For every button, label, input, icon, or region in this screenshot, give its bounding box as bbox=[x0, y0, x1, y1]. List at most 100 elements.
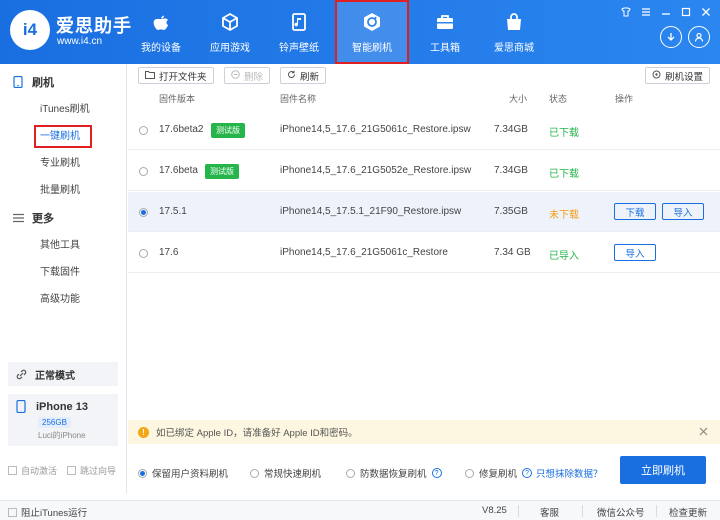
close-icon[interactable] bbox=[700, 6, 712, 18]
beta-badge: 测试版 bbox=[205, 164, 239, 179]
sidebar-item-label: 其他工具 bbox=[40, 240, 80, 251]
phone-icon bbox=[12, 76, 24, 88]
beta-badge: 测试版 bbox=[211, 123, 245, 138]
row-version: 17.6beta bbox=[159, 165, 198, 176]
customer-service-link[interactable]: 客服 bbox=[540, 505, 559, 519]
maximize-icon[interactable] bbox=[680, 6, 692, 18]
col-status: 状态 bbox=[549, 94, 568, 104]
table-row[interactable]: 17.6beta 测试版 iPhone14,5_17.6_21G5052e_Re… bbox=[128, 151, 720, 191]
row-radio[interactable] bbox=[139, 249, 148, 258]
option-label: 常规快速刷机 bbox=[264, 469, 322, 480]
import-button[interactable]: 导入 bbox=[662, 203, 704, 220]
ringtone-icon bbox=[288, 11, 310, 33]
button-label: 删除 bbox=[244, 71, 264, 83]
checkbox-label: 自动激活 bbox=[21, 466, 58, 476]
download-manager-icon[interactable] bbox=[660, 26, 682, 48]
sidebar-item-other-tools[interactable]: 其他工具 bbox=[0, 232, 126, 259]
shopping-bag-icon bbox=[503, 11, 525, 33]
download-button[interactable]: 下载 bbox=[614, 203, 656, 220]
col-size: 大小 bbox=[509, 94, 528, 104]
flash-now-button[interactable]: 立即刷机 bbox=[620, 456, 706, 484]
device-capacity-badge: 256GB bbox=[38, 417, 71, 428]
row-firmware-name: iPhone14,5_17.6_21G5061c_Restore.ipsw bbox=[280, 124, 471, 135]
sidebar-item-one-click-flash[interactable]: 一键刷机 bbox=[0, 123, 126, 150]
block-itunes-checkbox[interactable]: 阻止iTunes运行 bbox=[8, 505, 87, 519]
sidebar-item-itunes-flash[interactable]: iTunes刷机 bbox=[0, 96, 126, 123]
list-menu-icon bbox=[12, 212, 24, 224]
nav-label: 智能刷机 bbox=[352, 42, 392, 54]
row-firmware-name: iPhone14,5_17.5.1_21F90_Restore.ipsw bbox=[280, 206, 462, 217]
table-row[interactable]: 17.5.1 iPhone14,5_17.5.1_21F90_Restore.i… bbox=[128, 192, 720, 232]
option-label: 修复刷机 bbox=[479, 469, 518, 480]
skin-icon[interactable] bbox=[620, 6, 632, 18]
sidebar-item-label: 批量刷机 bbox=[40, 185, 80, 196]
open-folder-button[interactable]: 打开文件夹 bbox=[138, 67, 214, 84]
sidebar-item-batch-flash[interactable]: 批量刷机 bbox=[0, 177, 126, 204]
nav-store[interactable]: 爱思商城 bbox=[481, 0, 547, 64]
close-icon[interactable] bbox=[699, 425, 708, 439]
row-size: 7.35GB bbox=[494, 206, 528, 217]
sidebar-item-label: iTunes刷机 bbox=[40, 104, 90, 115]
option-anti-recovery[interactable]: 防数据恢复刷机? bbox=[346, 466, 442, 480]
table-row[interactable]: 17.6 iPhone14,5_17.6_21G5061c_Restore 7.… bbox=[128, 233, 720, 273]
row-size: 7.34 GB bbox=[494, 247, 531, 258]
help-icon[interactable]: ? bbox=[522, 468, 533, 478]
row-status: 已下载 bbox=[549, 128, 579, 139]
skip-guide-checkbox[interactable]: 跳过向导 bbox=[67, 464, 116, 477]
cube-icon bbox=[219, 11, 241, 33]
toolbar: 打开文件夹 删除 刷新 刷机设置 bbox=[128, 65, 720, 87]
option-label: 保留用户资料刷机 bbox=[152, 469, 229, 480]
button-label: 打开文件夹 bbox=[159, 71, 207, 83]
row-status: 已下载 bbox=[549, 169, 579, 180]
refresh-button[interactable]: 刷新 bbox=[280, 67, 327, 84]
wechat-link[interactable]: 微信公众号 bbox=[597, 505, 645, 519]
delete-button[interactable]: 删除 bbox=[224, 67, 271, 84]
device-card[interactable]: iPhone 13 256GB Luci的iPhone bbox=[8, 394, 118, 446]
delete-icon bbox=[231, 70, 240, 81]
row-version: 17.5.1 bbox=[159, 206, 187, 217]
row-radio[interactable] bbox=[139, 167, 148, 176]
import-button[interactable]: 导入 bbox=[614, 244, 656, 261]
nav-label: 铃声壁纸 bbox=[279, 42, 319, 54]
brand-url: www.i4.cn bbox=[57, 36, 103, 47]
nav-label: 我的设备 bbox=[141, 42, 181, 54]
sidebar-item-label: 专业刷机 bbox=[40, 158, 80, 169]
row-version: 17.6beta2 bbox=[159, 124, 204, 135]
option-keep-data[interactable]: 保留用户资料刷机 bbox=[138, 466, 228, 480]
menu-icon[interactable] bbox=[640, 6, 652, 18]
checkbox-label: 阻止iTunes运行 bbox=[21, 508, 88, 519]
option-quick-flash[interactable]: 常规快速刷机 bbox=[250, 466, 321, 480]
erase-data-link[interactable]: 只想抹除数据？ bbox=[536, 466, 603, 480]
option-repair-flash[interactable]: 修复刷机? bbox=[465, 466, 533, 480]
minimize-icon[interactable] bbox=[660, 6, 672, 18]
sidebar-item-pro-flash[interactable]: 专业刷机 bbox=[0, 150, 126, 177]
flash-options: 保留用户资料刷机 常规快速刷机 防数据恢复刷机? 修复刷机? 只想抹除数据？ 立… bbox=[128, 454, 720, 494]
nav-toolbox[interactable]: 工具箱 bbox=[412, 0, 478, 64]
nav-label: 工具箱 bbox=[430, 42, 460, 54]
auto-activate-checkbox[interactable]: 自动激活 bbox=[8, 464, 57, 477]
nav-smart-flash[interactable]: 智能刷机 bbox=[335, 0, 409, 64]
nav-my-device[interactable]: 我的设备 bbox=[128, 0, 194, 64]
sidebar-item-advanced[interactable]: 高级功能 bbox=[0, 286, 126, 313]
row-status: 未下载 bbox=[549, 210, 579, 221]
help-icon[interactable]: ? bbox=[431, 468, 442, 478]
flash-settings-button[interactable]: 刷机设置 bbox=[644, 67, 710, 84]
user-account-icon[interactable] bbox=[688, 26, 710, 48]
divider bbox=[582, 505, 583, 517]
nav-label: 爱思商城 bbox=[494, 42, 534, 54]
sidebar-item-download-firmware[interactable]: 下载固件 bbox=[0, 259, 126, 286]
sidebar-item-label: 高级功能 bbox=[40, 294, 80, 305]
phone-icon bbox=[16, 400, 26, 413]
row-version: 17.6 bbox=[159, 247, 179, 258]
main-panel: 打开文件夹 删除 刷新 刷机设置 固件版本 固件名称 大小 状态 操作 17.6… bbox=[128, 64, 720, 494]
sidebar-section-flash: 刷机 bbox=[0, 72, 126, 92]
row-radio[interactable] bbox=[139, 126, 148, 135]
nav-ringtones[interactable]: 铃声壁纸 bbox=[266, 0, 332, 64]
nav-apps[interactable]: 应用游戏 bbox=[197, 0, 263, 64]
row-radio[interactable] bbox=[139, 208, 148, 217]
toolbox-icon bbox=[434, 11, 456, 33]
row-size: 7.34GB bbox=[494, 165, 528, 176]
check-update-link[interactable]: 检查更新 bbox=[669, 505, 707, 519]
table-row[interactable]: 17.6beta2 测试版 iPhone14,5_17.6_21G5061c_R… bbox=[128, 110, 720, 150]
apple-id-notice: ! 如已绑定 Apple ID，请准备好 Apple ID和密码。 bbox=[128, 420, 720, 444]
